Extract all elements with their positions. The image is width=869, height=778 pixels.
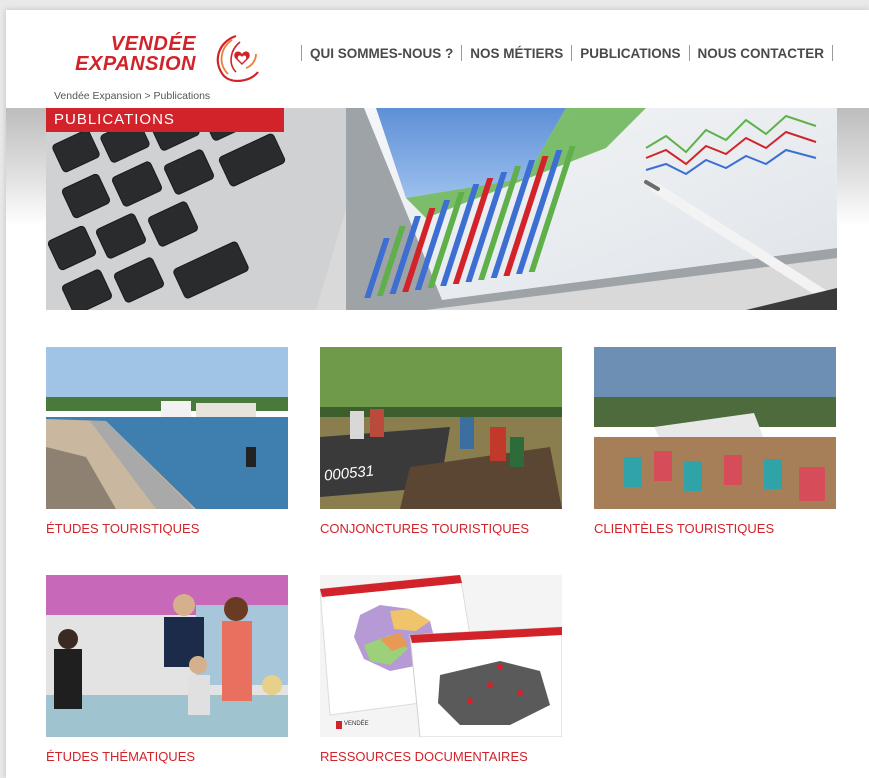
breadcrumb: Vendée Expansion > Publications: [54, 90, 210, 102]
card-etudes-touristiques[interactable]: ÉTUDES TOURISTIQUES: [46, 347, 288, 536]
card-conjonctures-touristiques[interactable]: 000531 CONJONCTURES TOURISTIQUES: [320, 347, 562, 536]
nav-item-qui-sommes-nous[interactable]: QUI SOMMES-NOUS ?: [302, 46, 461, 61]
logo-wordmark: VENDÉE EXPANSION: [75, 34, 196, 74]
harbor-photo: [46, 347, 288, 509]
card-label[interactable]: RESSOURCES DOCUMENTAIRES: [320, 749, 562, 764]
card-label[interactable]: ÉTUDES THÉMATIQUES: [46, 749, 288, 764]
page: VENDÉE EXPANSION QUI SOMMES-NOUS ? NOS M…: [6, 10, 869, 778]
hero-laptop-chart-image: [46, 108, 837, 310]
card-label[interactable]: CONJONCTURES TOURISTIQUES: [320, 521, 562, 536]
main-nav: QUI SOMMES-NOUS ? NOS MÉTIERS PUBLICATIO…: [301, 45, 834, 61]
nav-separator: [832, 45, 834, 61]
breadcrumb-separator: >: [141, 90, 154, 102]
card-image-boats[interactable]: 000531: [320, 347, 562, 509]
nav-item-nous-contacter[interactable]: NOUS CONTACTER: [690, 46, 833, 61]
hero-section-title: PUBLICATIONS: [46, 108, 284, 132]
breadcrumb-home-link[interactable]: Vendée Expansion: [54, 90, 142, 102]
nav-item-publications[interactable]: PUBLICATIONS: [572, 46, 688, 61]
nav-item-nos-metiers[interactable]: NOS MÉTIERS: [462, 46, 571, 61]
boats-photo: [320, 347, 562, 509]
card-etudes-thematiques[interactable]: ÉTUDES THÉMATIQUES: [46, 575, 288, 764]
maps-document-photo: [320, 575, 562, 737]
hero-banner: PUBLICATIONS: [46, 108, 837, 310]
card-image-terrace[interactable]: [594, 347, 836, 509]
breadcrumb-current: Publications: [153, 90, 211, 102]
terrace-photo: [594, 347, 836, 509]
card-image-harbor[interactable]: [46, 347, 288, 509]
vendee-expansion-logo[interactable]: VENDÉE EXPANSION: [75, 32, 268, 92]
logo-line-1: VENDÉE: [110, 33, 196, 55]
logo-hearts-icon: [216, 34, 259, 82]
card-image-maps[interactable]: VENDÉE: [320, 575, 562, 737]
card-image-reception[interactable]: [46, 575, 288, 737]
reception-photo: [46, 575, 288, 737]
card-label[interactable]: CLIENTÈLES TOURISTIQUES: [594, 521, 836, 536]
logo-line-2: EXPANSION: [75, 53, 196, 75]
card-ressources-documentaires[interactable]: VENDÉE RESSOURCES DOCUMENTAIRES: [320, 575, 562, 764]
card-label[interactable]: ÉTUDES TOURISTIQUES: [46, 521, 288, 536]
map-doc-logo: VENDÉE: [344, 721, 369, 727]
card-clienteles-touristiques[interactable]: CLIENTÈLES TOURISTIQUES: [594, 347, 836, 536]
